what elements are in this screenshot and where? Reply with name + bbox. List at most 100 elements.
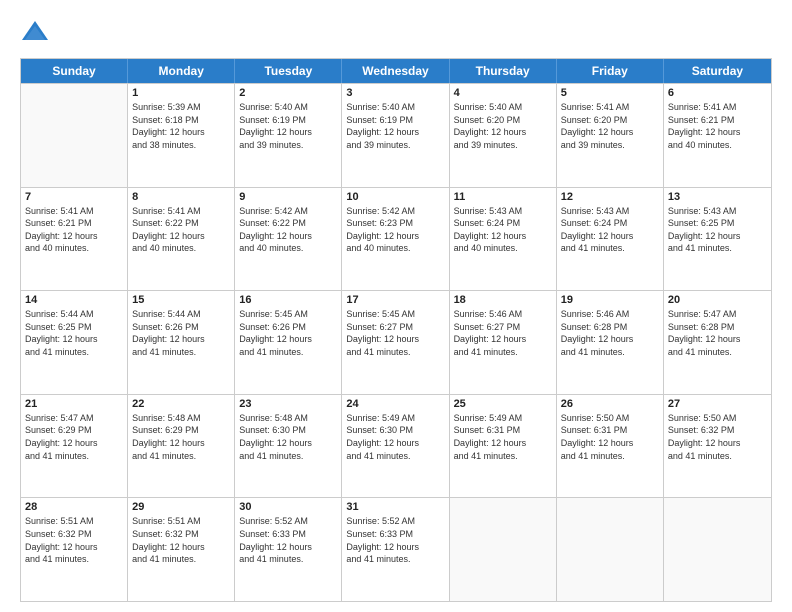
- day-info: Sunrise: 5:40 AM Sunset: 6:19 PM Dayligh…: [346, 101, 444, 151]
- logo: [20, 18, 54, 48]
- day-info: Sunrise: 5:45 AM Sunset: 6:26 PM Dayligh…: [239, 308, 337, 358]
- calendar-cell: 3 Sunrise: 5:40 AM Sunset: 6:19 PM Daylig…: [342, 84, 449, 187]
- calendar-cell: 8 Sunrise: 5:41 AM Sunset: 6:22 PM Daylig…: [128, 188, 235, 291]
- day-info: Sunrise: 5:50 AM Sunset: 6:32 PM Dayligh…: [668, 412, 767, 462]
- day-info: Sunrise: 5:51 AM Sunset: 6:32 PM Dayligh…: [25, 515, 123, 565]
- calendar-cell: 14 Sunrise: 5:44 AM Sunset: 6:25 PM Dayli…: [21, 291, 128, 394]
- day-info: Sunrise: 5:41 AM Sunset: 6:22 PM Dayligh…: [132, 205, 230, 255]
- day-number: 28: [25, 501, 123, 513]
- calendar-cell: 21 Sunrise: 5:47 AM Sunset: 6:29 PM Dayli…: [21, 395, 128, 498]
- day-number: 17: [346, 294, 444, 306]
- calendar-cell: 26Sunrise: 5:50 AM Sunset: 6:31 PM Dayli…: [557, 395, 664, 498]
- day-info: Sunrise: 5:44 AM Sunset: 6:26 PM Dayligh…: [132, 308, 230, 358]
- day-info: Sunrise: 5:51 AM Sunset: 6:32 PM Dayligh…: [132, 515, 230, 565]
- day-number: 26: [561, 398, 659, 410]
- calendar-cell: 25 Sunrise: 5:49 AM Sunset: 6:31 PM Dayli…: [450, 395, 557, 498]
- day-header-saturday: Saturday: [664, 59, 771, 83]
- calendar-cell: 1Sunrise: 5:39 AM Sunset: 6:18 PM Daylig…: [128, 84, 235, 187]
- day-info: Sunrise: 5:41 AM Sunset: 6:21 PM Dayligh…: [25, 205, 123, 255]
- day-number: 13: [668, 191, 767, 203]
- day-number: 25: [454, 398, 552, 410]
- day-header-sunday: Sunday: [21, 59, 128, 83]
- day-number: 19: [561, 294, 659, 306]
- day-number: 10: [346, 191, 444, 203]
- day-number: 16: [239, 294, 337, 306]
- calendar-cell: 18 Sunrise: 5:46 AM Sunset: 6:27 PM Dayli…: [450, 291, 557, 394]
- header: [20, 18, 772, 48]
- calendar-cell: 5 Sunrise: 5:41 AM Sunset: 6:20 PM Daylig…: [557, 84, 664, 187]
- day-number: 2: [239, 87, 337, 99]
- calendar-cell: 2 Sunrise: 5:40 AM Sunset: 6:19 PM Daylig…: [235, 84, 342, 187]
- day-info: Sunrise: 5:43 AM Sunset: 6:24 PM Dayligh…: [454, 205, 552, 255]
- day-info: Sunrise: 5:43 AM Sunset: 6:24 PM Dayligh…: [561, 205, 659, 255]
- day-number: 7: [25, 191, 123, 203]
- calendar-week-3: 14 Sunrise: 5:44 AM Sunset: 6:25 PM Dayli…: [21, 290, 771, 394]
- calendar-cell: [21, 84, 128, 187]
- page: SundayMondayTuesdayWednesdayThursdayFrid…: [0, 0, 792, 612]
- day-info: Sunrise: 5:46 AM Sunset: 6:27 PM Dayligh…: [454, 308, 552, 358]
- day-number: 27: [668, 398, 767, 410]
- calendar-cell: 30 Sunrise: 5:52 AM Sunset: 6:33 PM Dayli…: [235, 498, 342, 601]
- calendar-cell: 16 Sunrise: 5:45 AM Sunset: 6:26 PM Dayli…: [235, 291, 342, 394]
- calendar-cell: 12 Sunrise: 5:43 AM Sunset: 6:24 PM Dayli…: [557, 188, 664, 291]
- day-number: 22: [132, 398, 230, 410]
- calendar-cell: 4Sunrise: 5:40 AM Sunset: 6:20 PM Daylig…: [450, 84, 557, 187]
- calendar-cell: 19 Sunrise: 5:46 AM Sunset: 6:28 PM Dayli…: [557, 291, 664, 394]
- calendar-cell: 9Sunrise: 5:42 AM Sunset: 6:22 PM Daylig…: [235, 188, 342, 291]
- calendar-cell: [557, 498, 664, 601]
- calendar-cell: 20 Sunrise: 5:47 AM Sunset: 6:28 PM Dayli…: [664, 291, 771, 394]
- day-number: 5: [561, 87, 659, 99]
- day-number: 8: [132, 191, 230, 203]
- calendar-cell: 7 Sunrise: 5:41 AM Sunset: 6:21 PM Daylig…: [21, 188, 128, 291]
- day-number: 23: [239, 398, 337, 410]
- day-info: Sunrise: 5:41 AM Sunset: 6:20 PM Dayligh…: [561, 101, 659, 151]
- calendar-cell: 24Sunrise: 5:49 AM Sunset: 6:30 PM Dayli…: [342, 395, 449, 498]
- day-number: 6: [668, 87, 767, 99]
- day-number: 21: [25, 398, 123, 410]
- day-info: Sunrise: 5:42 AM Sunset: 6:23 PM Dayligh…: [346, 205, 444, 255]
- calendar-header: SundayMondayTuesdayWednesdayThursdayFrid…: [21, 59, 771, 83]
- calendar-cell: [450, 498, 557, 601]
- calendar-cell: 28 Sunrise: 5:51 AM Sunset: 6:32 PM Dayli…: [21, 498, 128, 601]
- day-info: Sunrise: 5:48 AM Sunset: 6:30 PM Dayligh…: [239, 412, 337, 462]
- calendar-body: 1Sunrise: 5:39 AM Sunset: 6:18 PM Daylig…: [21, 83, 771, 601]
- calendar-cell: 13Sunrise: 5:43 AM Sunset: 6:25 PM Dayli…: [664, 188, 771, 291]
- day-number: 20: [668, 294, 767, 306]
- day-info: Sunrise: 5:40 AM Sunset: 6:19 PM Dayligh…: [239, 101, 337, 151]
- calendar-cell: 22 Sunrise: 5:48 AM Sunset: 6:29 PM Dayli…: [128, 395, 235, 498]
- day-number: 29: [132, 501, 230, 513]
- day-info: Sunrise: 5:41 AM Sunset: 6:21 PM Dayligh…: [668, 101, 767, 151]
- day-header-thursday: Thursday: [450, 59, 557, 83]
- day-header-wednesday: Wednesday: [342, 59, 449, 83]
- day-info: Sunrise: 5:52 AM Sunset: 6:33 PM Dayligh…: [239, 515, 337, 565]
- day-info: Sunrise: 5:44 AM Sunset: 6:25 PM Dayligh…: [25, 308, 123, 358]
- day-header-friday: Friday: [557, 59, 664, 83]
- day-number: 12: [561, 191, 659, 203]
- calendar-week-2: 7 Sunrise: 5:41 AM Sunset: 6:21 PM Daylig…: [21, 187, 771, 291]
- day-info: Sunrise: 5:46 AM Sunset: 6:28 PM Dayligh…: [561, 308, 659, 358]
- day-header-tuesday: Tuesday: [235, 59, 342, 83]
- day-number: 30: [239, 501, 337, 513]
- calendar-cell: 15 Sunrise: 5:44 AM Sunset: 6:26 PM Dayli…: [128, 291, 235, 394]
- day-info: Sunrise: 5:45 AM Sunset: 6:27 PM Dayligh…: [346, 308, 444, 358]
- calendar-week-1: 1Sunrise: 5:39 AM Sunset: 6:18 PM Daylig…: [21, 83, 771, 187]
- calendar: SundayMondayTuesdayWednesdayThursdayFrid…: [20, 58, 772, 602]
- day-info: Sunrise: 5:47 AM Sunset: 6:29 PM Dayligh…: [25, 412, 123, 462]
- day-number: 18: [454, 294, 552, 306]
- day-number: 3: [346, 87, 444, 99]
- day-number: 15: [132, 294, 230, 306]
- logo-icon: [20, 18, 50, 48]
- day-number: 14: [25, 294, 123, 306]
- calendar-week-5: 28 Sunrise: 5:51 AM Sunset: 6:32 PM Dayli…: [21, 497, 771, 601]
- calendar-cell: 31Sunrise: 5:52 AM Sunset: 6:33 PM Dayli…: [342, 498, 449, 601]
- day-info: Sunrise: 5:47 AM Sunset: 6:28 PM Dayligh…: [668, 308, 767, 358]
- day-info: Sunrise: 5:40 AM Sunset: 6:20 PM Dayligh…: [454, 101, 552, 151]
- calendar-cell: 29 Sunrise: 5:51 AM Sunset: 6:32 PM Dayli…: [128, 498, 235, 601]
- day-info: Sunrise: 5:49 AM Sunset: 6:31 PM Dayligh…: [454, 412, 552, 462]
- day-number: 24: [346, 398, 444, 410]
- day-info: Sunrise: 5:48 AM Sunset: 6:29 PM Dayligh…: [132, 412, 230, 462]
- calendar-cell: 27 Sunrise: 5:50 AM Sunset: 6:32 PM Dayli…: [664, 395, 771, 498]
- day-number: 11: [454, 191, 552, 203]
- day-info: Sunrise: 5:42 AM Sunset: 6:22 PM Dayligh…: [239, 205, 337, 255]
- calendar-cell: 11 Sunrise: 5:43 AM Sunset: 6:24 PM Dayli…: [450, 188, 557, 291]
